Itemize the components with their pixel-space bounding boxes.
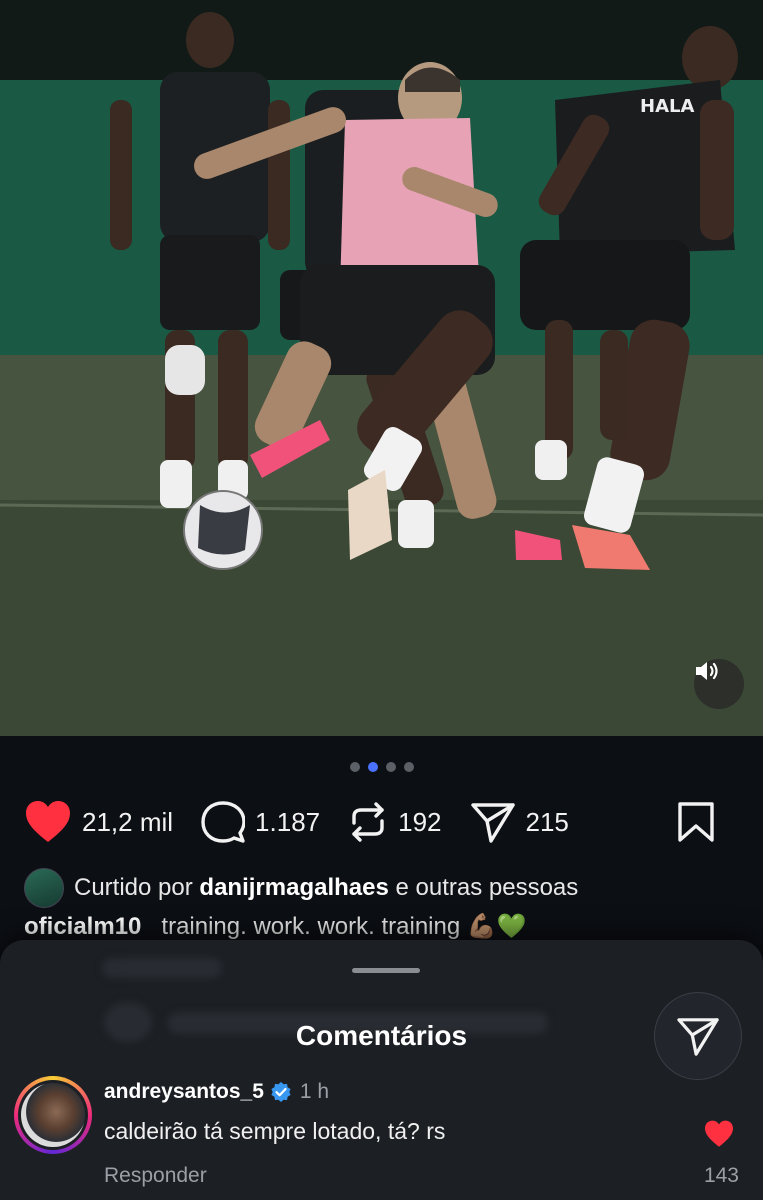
send-icon [677,1018,719,1056]
commenter-avatar[interactable] [14,1076,92,1154]
verified-badge-icon [271,1082,291,1102]
repost-count: 192 [398,806,442,837]
save-button[interactable] [677,801,715,843]
jersey-text: HALA [640,96,694,117]
carousel-dot [403,762,414,772]
comment-timestamp: 1 h [299,1080,330,1103]
post-action-bar: 21,2 mil 1.187 192 215 [24,796,743,848]
repost-icon [352,802,384,842]
post-caption: oficialm10 training. work. work. trainin… [24,912,527,941]
heart-filled-icon [705,1120,733,1147]
liked-by-suffix: e outras pessoas [395,874,579,901]
caption-text: training. work. work. training 💪🏽💚 [161,913,527,940]
liked-by-prefix: Curtido por [74,874,193,901]
reply-button[interactable]: Responder [104,1164,207,1188]
blurred-comment-placeholder [102,958,222,978]
commenter-username[interactable]: andreysantos_5 [104,1080,264,1104]
speaker-icon [696,662,718,680]
liked-by-row[interactable]: Curtido por danijrmagalhaes e outras pes… [24,868,578,908]
comment-text: caldeirão tá sempre lotado, tá? rs [104,1118,446,1144]
comments-sheet: Comentários andreysantos_5 1 h caldeirão… [0,940,763,1200]
commenter-photo [21,1083,85,1147]
carousel-dot [349,762,360,772]
comment-bubble-icon [201,801,246,843]
share-count: 215 [525,806,569,837]
caption-author[interactable]: oficialm10 [24,913,141,940]
training-photo: HALA [0,0,763,736]
comment-like-count: 143 [703,1164,739,1187]
liked-by-username[interactable]: danijrmagalhaes [199,874,388,902]
share-sheet-button[interactable] [654,992,742,1080]
like-count: 21,2 mil [82,806,174,837]
comment-button[interactable]: 1.187 [201,800,320,844]
bookmark-icon [678,802,714,842]
comment-like-button[interactable] [703,1120,735,1153]
liked-by-avatar [24,868,64,908]
share-button[interactable]: 215 [470,801,569,843]
post-image[interactable]: HALA [0,0,763,736]
carousel-dot [385,762,396,772]
audio-toggle-button[interactable] [694,659,744,709]
send-icon [470,803,515,843]
comment-header: andreysantos_5 1 h [104,1080,329,1104]
sheet-drag-handle[interactable] [352,968,420,973]
heart-filled-icon [26,801,70,842]
carousel-indicator [0,762,763,772]
comment-count: 1.187 [255,806,321,837]
comments-title: Comentários [295,1020,468,1051]
repost-button[interactable]: 192 [348,801,442,843]
carousel-dot-active [367,762,378,772]
like-button[interactable]: 21,2 mil [24,800,173,844]
